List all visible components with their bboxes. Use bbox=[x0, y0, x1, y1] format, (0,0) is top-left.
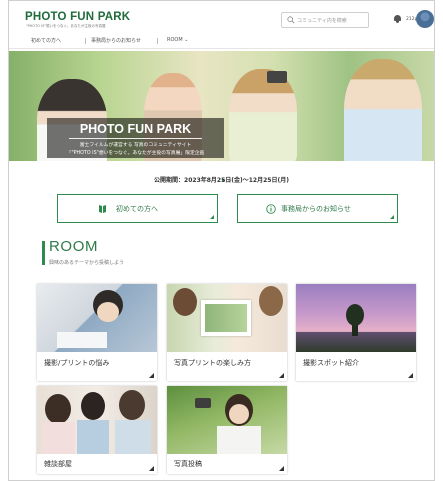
event-period: 公開期間：2023年8月25日(金)〜12月25日(月) bbox=[154, 177, 289, 184]
site-logo[interactable]: PHOTO FUN PARK bbox=[25, 11, 130, 23]
room-card-image bbox=[37, 386, 157, 454]
book-icon bbox=[99, 205, 106, 213]
room-card-photo-post[interactable]: 写真投稿 bbox=[167, 386, 287, 474]
room-card-label: 撮影スポット紹介 bbox=[303, 359, 359, 367]
corner-arrow-icon bbox=[279, 373, 284, 378]
search-input[interactable]: コミュニティ内を検索 bbox=[281, 12, 369, 28]
room-card-label: 雑談部屋 bbox=[44, 460, 72, 468]
search-placeholder: コミュニティ内を検索 bbox=[297, 17, 347, 24]
site-tagline: "PHOTO IS"想いをつなぐ。あなたが主役の写真展 bbox=[26, 24, 106, 28]
site-header: PHOTO FUN PARK "PHOTO IS"想いをつなぐ。あなたが主役の写… bbox=[9, 1, 434, 31]
nav-item-beginners[interactable]: 初めての方へ bbox=[31, 37, 61, 44]
room-card-image bbox=[37, 284, 157, 352]
beginners-button-label: 初めての方へ bbox=[116, 205, 158, 213]
nav-divider bbox=[85, 38, 86, 44]
notice-button[interactable]: 事務局からのお知らせ bbox=[237, 194, 398, 223]
hero-caption: PHOTO FUN PARK 富士フイルムが運営する 写真のコミュニティサイト … bbox=[47, 118, 224, 158]
room-title: ROOM bbox=[49, 238, 99, 255]
room-card-photo-trouble[interactable]: 撮影/プリントの悩み bbox=[37, 284, 157, 381]
hero-title: PHOTO FUN PARK bbox=[79, 122, 192, 136]
room-card-photo-spots[interactable]: 撮影スポット紹介 bbox=[296, 284, 416, 381]
room-card-label: 写真プリントの楽しみ方 bbox=[174, 359, 251, 367]
room-subtitle: 興味のあるテーマから投稿しよう bbox=[49, 260, 125, 266]
room-card-chat[interactable]: 雑談部屋 bbox=[37, 386, 157, 474]
corner-arrow-icon bbox=[279, 466, 284, 471]
hero-subtitle-2: 「"PHOTO IS"想いをつなぐ。あなたが主役の写真展」限定企画 bbox=[66, 151, 205, 156]
corner-arrow-icon bbox=[408, 373, 413, 378]
corner-arrow-icon bbox=[390, 215, 394, 219]
room-accent-bar bbox=[42, 241, 45, 265]
hero-person bbox=[344, 59, 422, 161]
hero-banner[interactable]: PHOTO FUN PARK 富士フイルムが運営する 写真のコミュニティサイト … bbox=[9, 51, 434, 161]
notice-button-label: 事務局からのお知らせ bbox=[281, 205, 351, 213]
room-card-label: 撮影/プリントの悩み bbox=[44, 359, 110, 367]
room-card-print-fun[interactable]: 写真プリントの楽しみ方 bbox=[167, 284, 287, 381]
info-icon bbox=[266, 204, 276, 214]
hero-subtitle-1: 富士フイルムが運営する 写真のコミュニティサイト bbox=[79, 143, 192, 148]
nav-divider bbox=[157, 38, 158, 44]
main-nav: 初めての方へ 事務局からのお知らせ ROOM ⌄ bbox=[9, 33, 434, 49]
room-card-image bbox=[167, 284, 287, 352]
search-icon bbox=[287, 16, 295, 24]
hero-person bbox=[229, 69, 297, 161]
avatar[interactable] bbox=[416, 10, 434, 28]
hero-camera bbox=[267, 71, 287, 83]
corner-arrow-icon bbox=[149, 373, 154, 378]
room-card-image bbox=[167, 386, 287, 454]
room-card-label: 写真投稿 bbox=[174, 460, 202, 468]
hero-divider bbox=[69, 138, 202, 139]
room-card-image bbox=[296, 284, 416, 352]
corner-arrow-icon bbox=[210, 215, 214, 219]
beginners-button[interactable]: 初めての方へ bbox=[57, 194, 218, 223]
nav-item-notice[interactable]: 事務局からのお知らせ bbox=[91, 37, 141, 44]
nav-item-room[interactable]: ROOM ⌄ bbox=[167, 37, 188, 43]
corner-arrow-icon bbox=[149, 466, 154, 471]
bell-icon[interactable] bbox=[393, 14, 402, 24]
page-frame: PHOTO FUN PARK "PHOTO IS"想いをつなぐ。あなたが主役の写… bbox=[8, 0, 435, 481]
